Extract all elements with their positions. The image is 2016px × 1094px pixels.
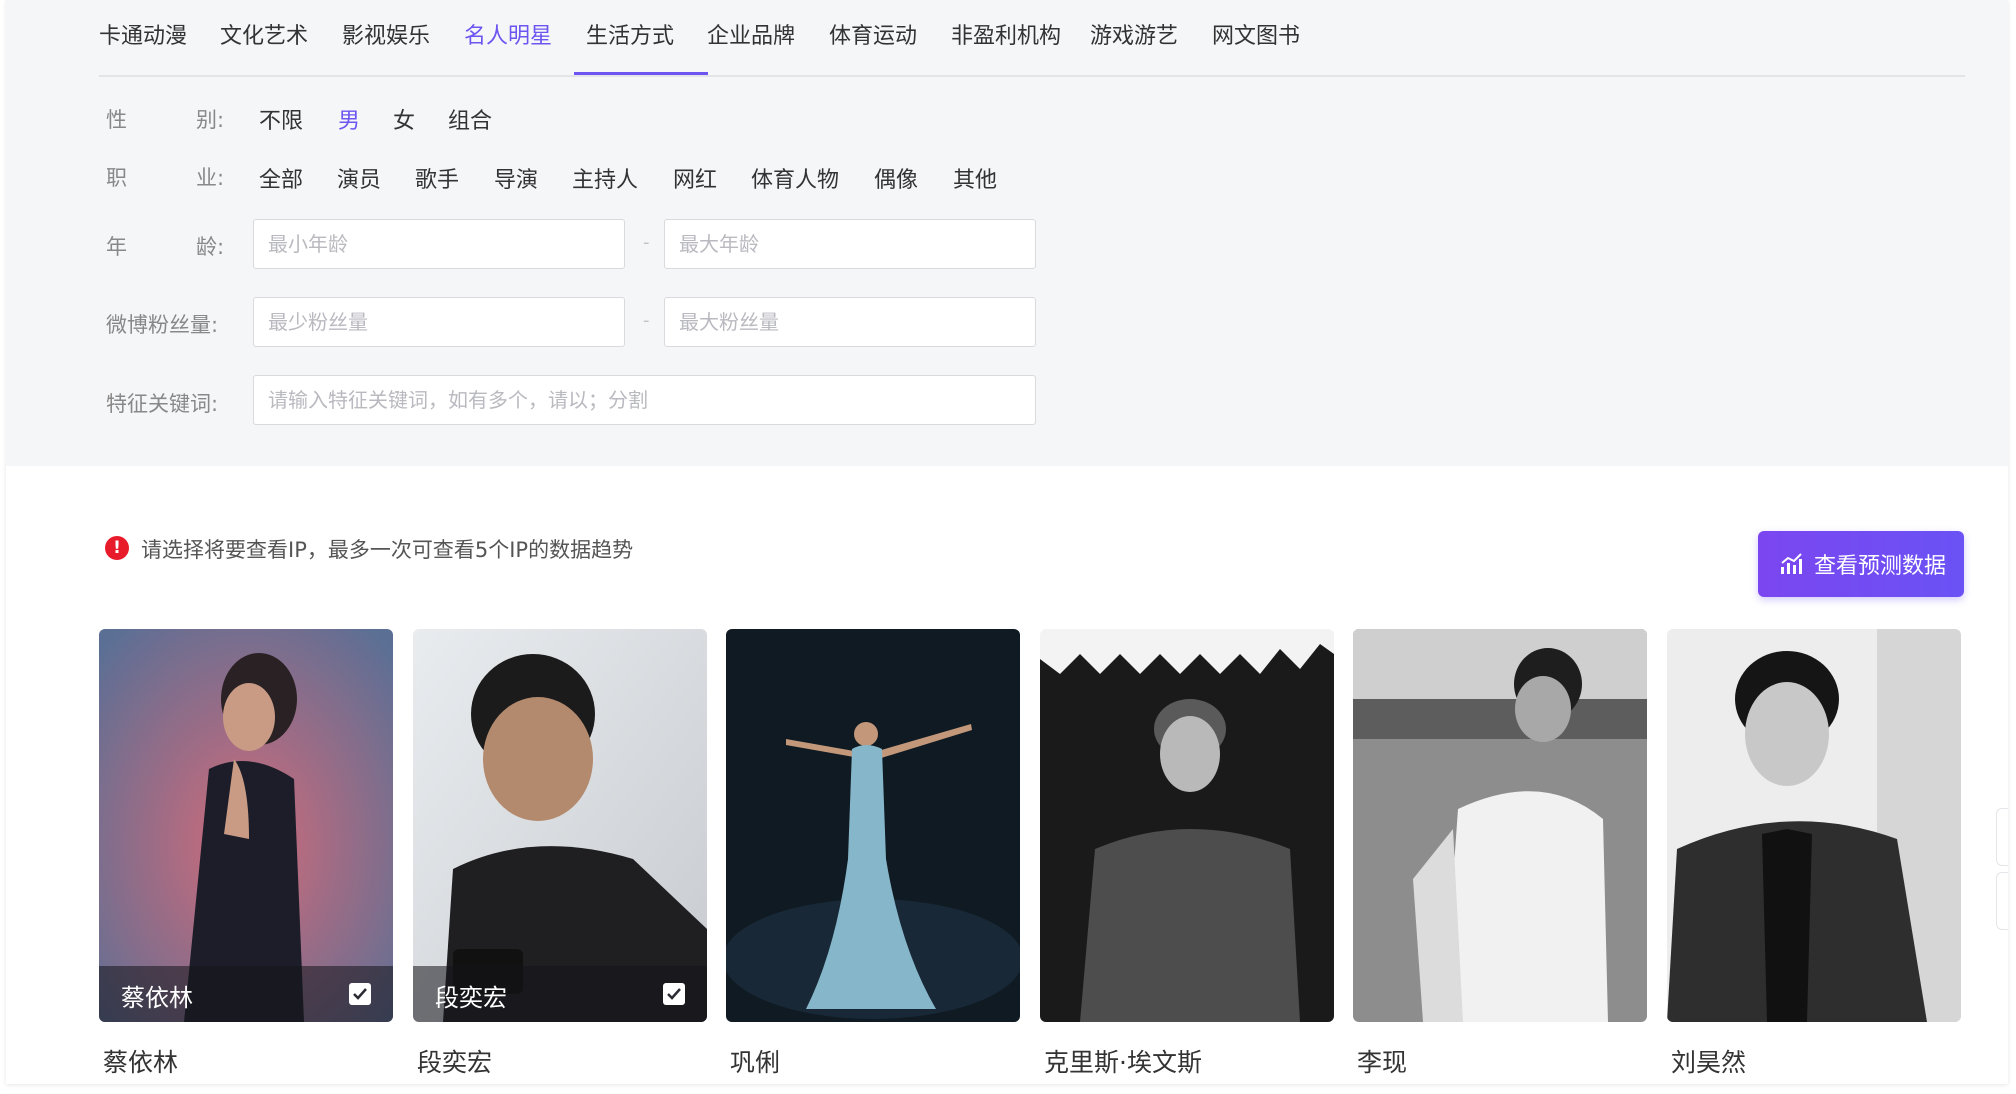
gender-option-group[interactable]: 组合	[448, 103, 492, 135]
notice-text: 请选择将要查看IP，最多一次可查看5个IP的数据趋势	[141, 538, 634, 562]
alert-icon: !	[105, 536, 129, 560]
keywords-input[interactable]	[253, 375, 1036, 425]
max-age-input[interactable]	[664, 219, 1036, 269]
tab-lifestyle[interactable]: 生活方式	[586, 18, 674, 56]
age-label: 年 龄:	[106, 235, 225, 259]
overlay-name: 蔡依林	[121, 984, 193, 1012]
celebrity-card[interactable]: 刘昊然	[1667, 629, 1961, 1077]
celebrity-card[interactable]: 克里斯·埃文斯	[1040, 629, 1334, 1077]
max-fans-input[interactable]	[664, 297, 1036, 347]
side-scroll-tab[interactable]	[1996, 872, 2008, 930]
checkbox-checked-icon[interactable]	[349, 983, 371, 1005]
celebrity-name: 李现	[1357, 1048, 1408, 1077]
chart-bars-icon	[1780, 553, 1804, 575]
tab-enterprise-brand[interactable]: 企业品牌	[707, 18, 795, 56]
celebrity-ip-page: 卡通动漫 文化艺术 影视娱乐 名人明星 生活方式 企业品牌 体育运动 非盈利机构…	[6, 0, 2008, 1084]
occupation-option-other[interactable]: 其他	[953, 162, 997, 194]
selected-overlay: 段奕宏	[413, 966, 707, 1022]
occupation-option-all[interactable]: 全部	[259, 162, 303, 194]
celebrity-name: 蔡依林	[103, 1048, 179, 1077]
overlay-name: 段奕宏	[435, 984, 507, 1012]
fans-range-separator: -	[643, 310, 650, 331]
tab-celebrity[interactable]: 名人明星	[464, 18, 552, 56]
tab-sports[interactable]: 体育运动	[829, 18, 917, 56]
tab-film-entertainment[interactable]: 影视娱乐	[342, 18, 430, 56]
tab-games[interactable]: 游戏游艺	[1090, 18, 1178, 56]
side-scroll-tab[interactable]	[1996, 808, 2008, 866]
view-prediction-button[interactable]: 查看预测数据	[1758, 531, 1964, 597]
celebrity-photo[interactable]: 蔡依林	[99, 629, 393, 1022]
gender-label: 性 别:	[106, 108, 225, 132]
celebrity-photo[interactable]: 段奕宏	[413, 629, 707, 1022]
celebrity-name: 克里斯·埃文斯	[1044, 1048, 1202, 1077]
min-fans-input[interactable]	[253, 297, 625, 347]
view-prediction-label: 查看预测数据	[1814, 554, 1947, 579]
celebrity-name: 刘昊然	[1671, 1048, 1747, 1077]
min-age-input[interactable]	[253, 219, 625, 269]
gender-option-male[interactable]: 男	[338, 103, 360, 135]
occupation-option-athlete[interactable]: 体育人物	[751, 162, 839, 194]
occupation-label: 职 业:	[106, 166, 225, 190]
age-range-separator: -	[643, 232, 650, 253]
checkbox-checked-icon[interactable]	[663, 983, 685, 1005]
tab-nonprofit[interactable]: 非盈利机构	[951, 18, 1061, 56]
tab-books[interactable]: 网文图书	[1212, 18, 1300, 56]
active-tab-indicator	[574, 72, 708, 75]
occupation-option-singer[interactable]: 歌手	[415, 162, 459, 194]
celebrity-photo[interactable]	[1040, 629, 1334, 1022]
celebrity-card[interactable]: 李现	[1353, 629, 1647, 1077]
gender-option-any[interactable]: 不限	[259, 103, 303, 135]
occupation-option-influencer[interactable]: 网红	[673, 162, 717, 194]
celebrity-name: 段奕宏	[417, 1048, 493, 1077]
occupation-option-idol[interactable]: 偶像	[874, 162, 918, 194]
tab-cartoon[interactable]: 卡通动漫	[99, 18, 187, 56]
celebrity-photo[interactable]	[726, 629, 1020, 1022]
occupation-option-host[interactable]: 主持人	[572, 162, 638, 194]
tab-culture-art[interactable]: 文化艺术	[220, 18, 308, 56]
celebrity-photo[interactable]	[1353, 629, 1647, 1022]
occupation-option-director[interactable]: 导演	[494, 162, 538, 194]
keywords-label: 特征关键词:	[106, 392, 219, 416]
selected-overlay: 蔡依林	[99, 966, 393, 1022]
celebrity-photo[interactable]	[1667, 629, 1961, 1022]
weibo-fans-label: 微博粉丝量:	[106, 313, 219, 337]
celebrity-card[interactable]: 巩俐	[726, 629, 1020, 1077]
celebrity-card[interactable]: 段奕宏 段奕宏	[413, 629, 707, 1077]
celebrity-card[interactable]: 蔡依林 蔡依林	[99, 629, 393, 1077]
celebrity-name: 巩俐	[730, 1048, 781, 1077]
occupation-option-actor[interactable]: 演员	[337, 162, 381, 194]
filter-panel: 卡通动漫 文化艺术 影视娱乐 名人明星 生活方式 企业品牌 体育运动 非盈利机构…	[6, 0, 2008, 466]
gender-option-female[interactable]: 女	[393, 103, 415, 135]
category-tabs: 卡通动漫 文化艺术 影视娱乐 名人明星 生活方式 企业品牌 体育运动 非盈利机构…	[99, 0, 1965, 77]
